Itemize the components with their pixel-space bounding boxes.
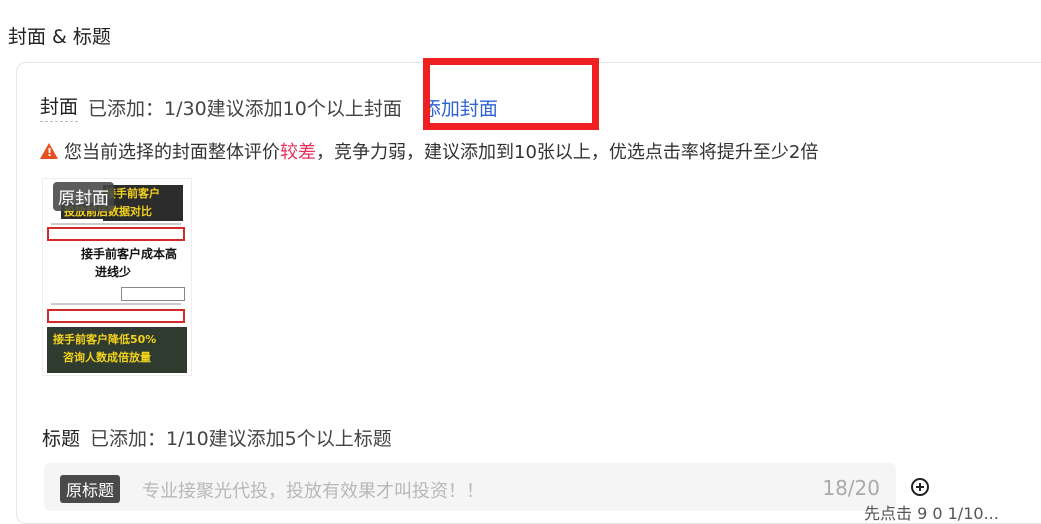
cover-warning: 您当前选择的封面整体评价 较差 ，竞争力弱，建议添加到10张以上，优选点击率将提… [40, 138, 818, 164]
original-cover-badge: 原封面 [53, 182, 114, 211]
warning-rating: 较差 [280, 142, 316, 163]
thumb-text-mid-1: 接手前客户成本高 [81, 247, 178, 261]
clipped-hint-text: 先点击 9 0 1/10... [864, 504, 999, 523]
title-label: 标题 [42, 428, 81, 450]
add-title-plus-icon[interactable] [911, 478, 929, 496]
thumb-text-bottom-2: 咨询人数成倍放量 [63, 351, 151, 364]
title-input-text[interactable]: 专业接聚光代投，投放有效果才叫投资！！ [142, 477, 484, 503]
title-status: 已添加：1/10建议添加5个以上标题 [90, 428, 392, 450]
thumb-data-line [51, 303, 181, 305]
annotation-highlight-box [423, 58, 599, 130]
thumb-data-line [51, 223, 181, 225]
original-title-badge: 原标题 [60, 475, 121, 503]
cover-label: 封面 [40, 92, 79, 122]
title-row: 标题 已添加：1/10建议添加5个以上标题 [42, 424, 392, 451]
cover-thumbnail[interactable]: 原封面 接手前客户 投放前后数据对比 接手前客户成本高 进线少 接手前客户降低5… [42, 178, 192, 376]
thumb-red-frame [47, 227, 185, 241]
thumb-small-box [121, 287, 185, 301]
title-char-count: 18/20 [822, 476, 880, 500]
section-title: 封面 & 标题 [8, 26, 111, 48]
warning-suffix: ，竞争力弱，建议添加到10张以上，优选点击率将提升至少2倍 [316, 142, 819, 163]
warning-prefix: 您当前选择的封面整体评价 [64, 142, 280, 163]
thumb-red-frame [47, 309, 185, 323]
thumb-text-mid-2: 进线少 [95, 265, 132, 279]
thumb-text-bottom-1: 接手前客户降低50% [53, 333, 157, 346]
warning-icon [40, 143, 58, 159]
cover-status: 已添加：1/30建议添加10个以上封面 [88, 97, 402, 120]
title-input[interactable]: 原标题 专业接聚光代投，投放有效果才叫投资！！ 18/20 [44, 463, 896, 511]
